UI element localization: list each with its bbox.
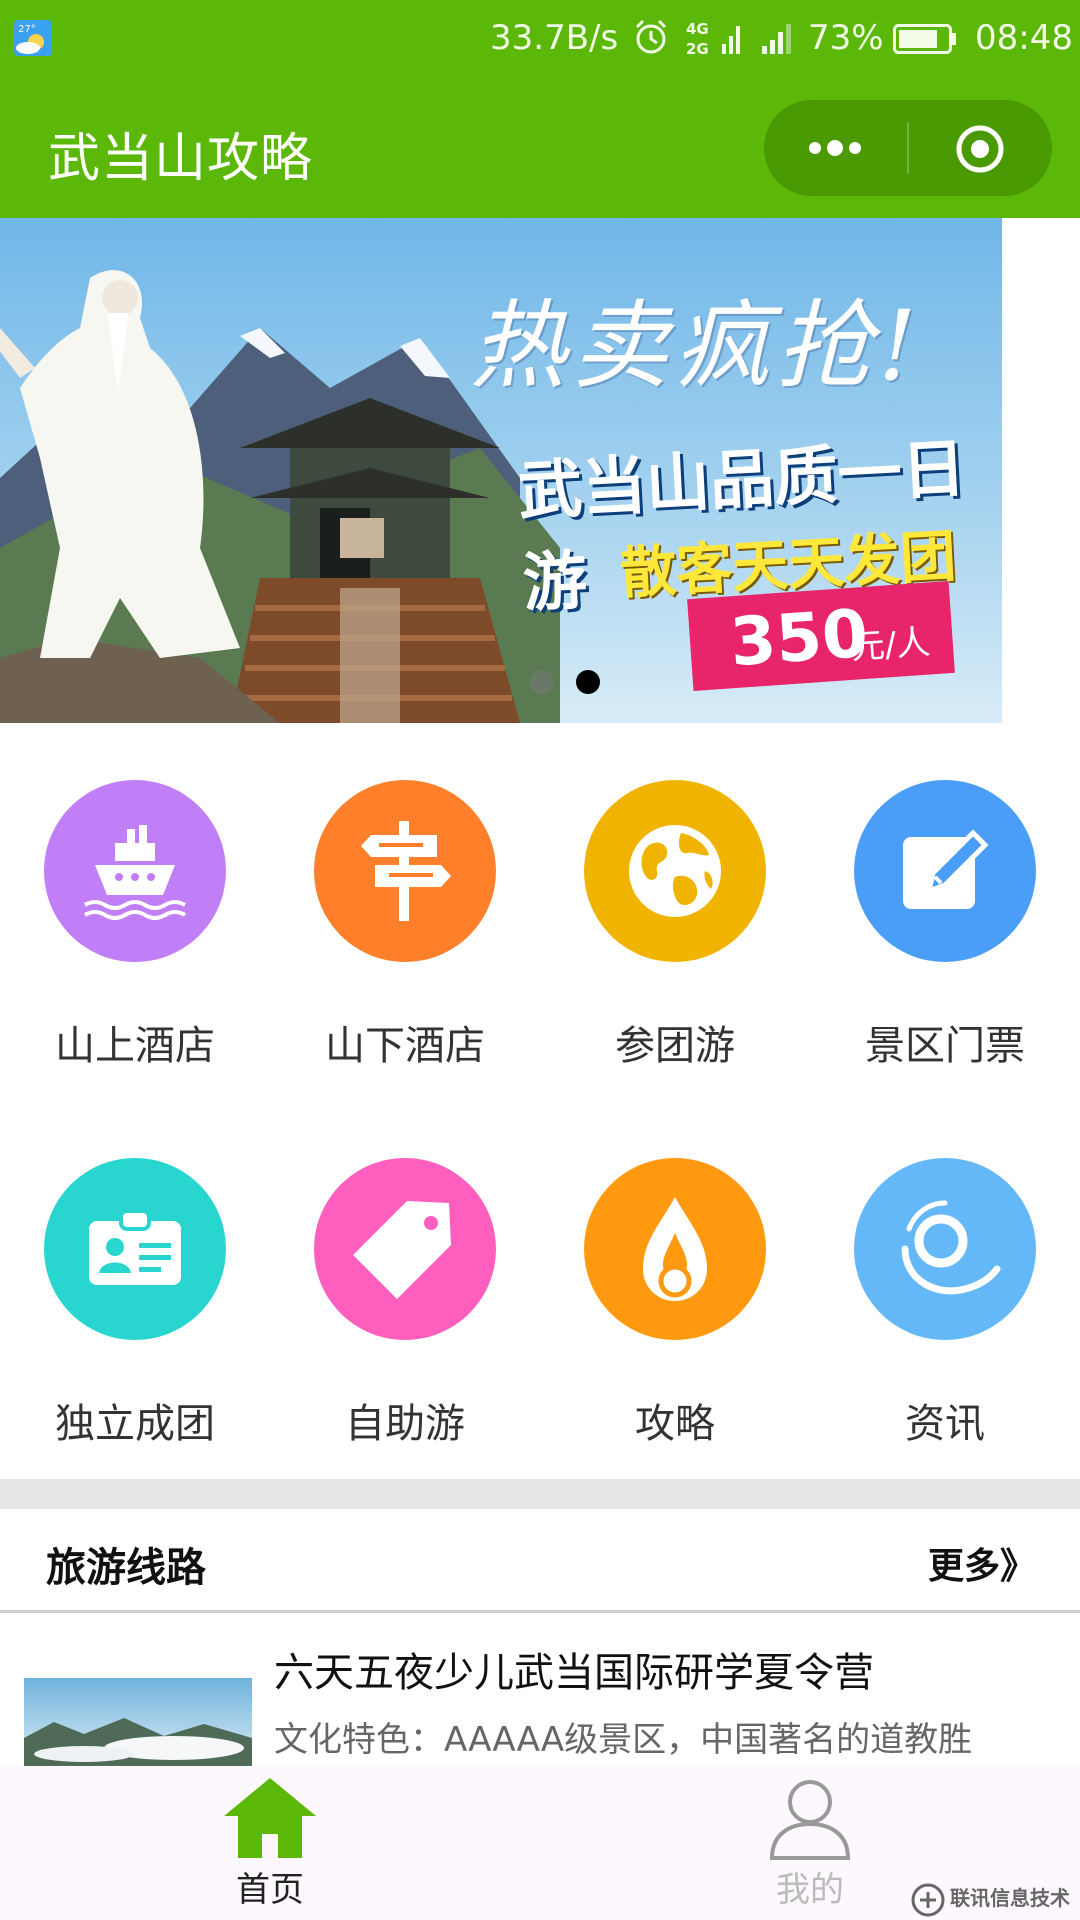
route-description: 文化特色：AAAAA级景区，中国著名的道教胜: [274, 1720, 973, 1760]
banner-gutter: [1002, 218, 1080, 723]
category-mountain-hotel[interactable]: 山上酒店: [0, 723, 270, 1069]
watermark-logo: 联讯信息技术: [908, 1880, 1080, 1920]
category-icon-bg: [314, 780, 496, 962]
title-bar: 武当山攻略: [0, 78, 1080, 218]
clock: 08:48: [975, 18, 1073, 58]
alarm-icon: [635, 19, 667, 54]
price-tag: 350 元/人: [687, 580, 955, 692]
category-label: 自助游: [345, 1401, 465, 1447]
route-title: 六天五夜少儿武当国际研学夏令营: [274, 1650, 874, 1696]
id-card-icon: [89, 1209, 181, 1285]
promo-banner[interactable]: 热卖疯抢! 武当山品质一日游 散客天天发团 350 元/人: [0, 218, 1002, 723]
category-icon-bg: [44, 1158, 226, 1340]
edit-icon: [903, 829, 989, 909]
swirl-icon: [901, 1200, 1001, 1295]
tag-icon: [353, 1201, 451, 1299]
routes-section-header: 旅游线路 更多》: [0, 1509, 1080, 1613]
category-foothill-hotel[interactable]: 山下酒店: [270, 723, 540, 1069]
category-icon-bg: [854, 780, 1036, 962]
section-divider: [0, 1479, 1080, 1509]
category-guide[interactable]: 攻略: [540, 1101, 810, 1447]
category-icon-bg: [854, 1158, 1036, 1340]
close-miniprogram-button[interactable]: [909, 100, 1052, 196]
page-title: 武当山攻略: [48, 129, 314, 189]
category-icon-bg: [584, 1158, 766, 1340]
category-label: 景区门票: [865, 1023, 1025, 1069]
category-group-tour[interactable]: 参团游: [540, 723, 810, 1069]
ship-icon: [83, 825, 187, 920]
weather-icon: 27°: [14, 20, 52, 56]
flame-icon: [643, 1197, 707, 1301]
carousel-dot-2-active[interactable]: [576, 670, 600, 694]
category-grid: 山上酒店 山下酒店 参团游 景区门票 独立成团 自助游 攻略 资讯: [0, 723, 1080, 1479]
signpost-icon: [361, 821, 451, 921]
category-label: 资讯: [905, 1401, 985, 1447]
carousel-dot-1[interactable]: [530, 670, 554, 694]
price-unit: 元/人: [849, 622, 932, 668]
category-icon-bg: [44, 780, 226, 962]
category-scenic-tickets[interactable]: 景区门票: [810, 723, 1080, 1069]
route-thumbnail: [24, 1678, 252, 1766]
battery-icon: [893, 24, 956, 54]
section-title: 旅游线路: [46, 1545, 206, 1591]
globe-icon: [629, 825, 721, 917]
more-link[interactable]: 更多》: [928, 1537, 1036, 1589]
category-label: 攻略: [635, 1401, 715, 1447]
category-icon-bg: [584, 780, 766, 962]
more-options-button[interactable]: [764, 100, 907, 196]
tab-home-label: 首页: [236, 1870, 304, 1910]
target-close-icon: [956, 125, 1004, 173]
ellipsis-icon: [809, 140, 861, 156]
route-list-item[interactable]: 六天五夜少儿武当国际研学夏令营 文化特色：AAAAA级景区，中国著名的道教胜: [0, 1616, 1080, 1766]
status-bar: 27° 33.7B/s 4G 2G 73% 08:48: [0, 0, 1080, 78]
logo-icon: [911, 1883, 945, 1917]
battery-percent: 73%: [808, 18, 884, 58]
watermark-text: 联讯信息技术: [950, 1886, 1070, 1910]
network-top-label: 4G: [686, 20, 709, 38]
category-label: 山下酒店: [325, 1023, 485, 1069]
category-news[interactable]: 资讯: [810, 1101, 1080, 1447]
network-bottom-label: 2G: [686, 40, 709, 58]
network-icon: 4G 2G: [686, 20, 740, 58]
home-icon: [224, 1778, 316, 1858]
user-icon: [769, 1780, 851, 1860]
category-label: 山上酒店: [55, 1023, 215, 1069]
signal-icon: [762, 24, 791, 54]
category-label: 参团游: [615, 1023, 735, 1069]
weather-temp: 27°: [18, 24, 36, 35]
tab-home[interactable]: 首页: [0, 1766, 540, 1920]
category-private-group[interactable]: 独立成团: [0, 1101, 270, 1447]
price-value: 350: [727, 594, 871, 682]
banner-headline: 热卖疯抢!: [470, 290, 923, 402]
miniprogram-capsule: [764, 100, 1052, 196]
category-icon-bg: [314, 1158, 496, 1340]
net-speed: 33.7B/s: [490, 18, 619, 58]
category-self-guided[interactable]: 自助游: [270, 1101, 540, 1447]
category-label: 独立成团: [55, 1401, 215, 1447]
